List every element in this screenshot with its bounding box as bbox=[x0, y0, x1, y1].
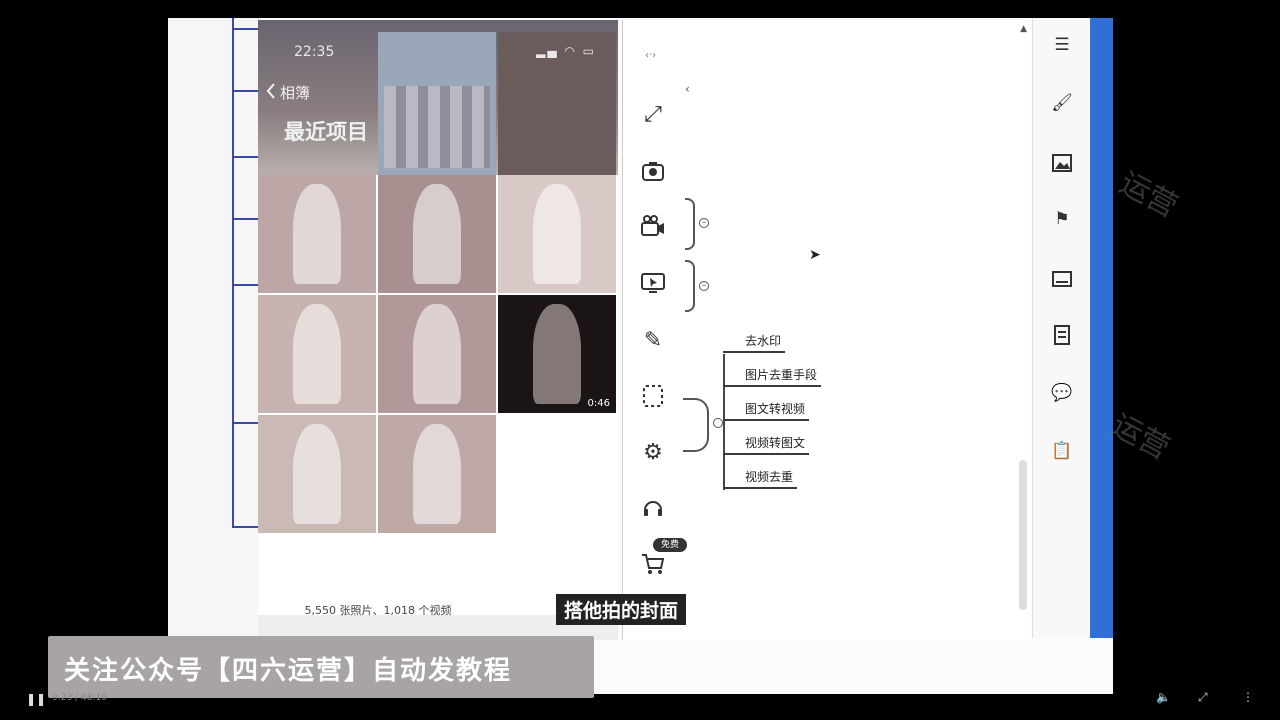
back-button[interactable]: 相簿 bbox=[266, 82, 310, 103]
menu-item-image-dedup[interactable]: 图片去重手段 bbox=[723, 366, 822, 387]
photo-grid: 0:46 bbox=[258, 175, 618, 615]
photo-thumbnail[interactable] bbox=[258, 415, 376, 533]
mindmap-branch bbox=[234, 218, 258, 220]
screen-share-icon[interactable] bbox=[639, 270, 667, 298]
playback-time: 9:23 / 48:10 bbox=[52, 693, 107, 703]
watermark: 运营 bbox=[1105, 407, 1176, 467]
back-label: 相簿 bbox=[280, 84, 311, 102]
card-icon[interactable] bbox=[1051, 268, 1073, 290]
video-player-bar: ❚❚ 9:23 / 48:10 🔈 ⤢ ⋮ bbox=[0, 688, 1280, 720]
broom-icon[interactable]: 🖌 bbox=[1051, 92, 1073, 114]
photo-thumbnail[interactable] bbox=[378, 175, 496, 293]
menu-item-remove-watermark[interactable]: 去水印 bbox=[723, 332, 786, 353]
clipboard-icon[interactable]: 📋 bbox=[1051, 440, 1073, 462]
tool-panel: ‹·› ‹ ▲ ⤢ − − ✎ ⚙ 免费 去水印 图片去重手段 图文转视频 视频… bbox=[622, 20, 1031, 640]
expand-icon[interactable]: ⤢ bbox=[639, 100, 667, 128]
menu-item-image-to-video[interactable]: 图文转视频 bbox=[723, 400, 810, 421]
photo-count: 5,550 张照片、1,018 个视频 bbox=[304, 604, 452, 617]
expand-knob[interactable]: − bbox=[699, 281, 709, 291]
menu-knob[interactable] bbox=[713, 418, 723, 428]
scroll-up-arrow[interactable]: ▲ bbox=[1020, 24, 1027, 34]
album-title: 最近项目 bbox=[284, 120, 368, 144]
watermark: 运营 bbox=[1113, 165, 1184, 225]
document-icon[interactable] bbox=[1051, 324, 1073, 346]
album-header: 22:35 ▂▄ ◠ ▭ 相簿 最近项目 bbox=[258, 20, 618, 175]
group-bracket bbox=[685, 260, 695, 312]
pause-icon[interactable]: ❚❚ bbox=[26, 692, 46, 706]
video-subtitle: 搭他拍的封面 bbox=[556, 594, 687, 625]
photo-thumbnail[interactable] bbox=[498, 175, 616, 293]
headset-icon[interactable] bbox=[639, 494, 667, 522]
menu-brace bbox=[683, 398, 709, 452]
mouse-cursor: ➤ bbox=[809, 247, 821, 263]
mindmap-branch bbox=[234, 90, 258, 92]
image-icon[interactable] bbox=[1051, 152, 1073, 174]
flag-icon[interactable]: ⚑ bbox=[1051, 208, 1073, 230]
group-bracket bbox=[685, 198, 695, 250]
promo-banner-text: 关注公众号【四六运营】自动发教程 bbox=[64, 656, 513, 686]
mindmap-spine bbox=[232, 18, 234, 528]
mindmap-branch bbox=[234, 28, 258, 30]
cart-icon[interactable] bbox=[639, 550, 667, 578]
video-duration: 0:46 bbox=[587, 398, 610, 409]
right-icon-rail: ☰ 🖌 ⚑ 💬 📋 bbox=[1032, 18, 1089, 638]
phone-album: 22:35 ▂▄ ◠ ▭ 相簿 最近项目 0:46 5,550 张照片、1,01… bbox=[258, 20, 618, 640]
status-time: 22:35 bbox=[294, 44, 335, 60]
more-options-icon[interactable]: ⋮ bbox=[1242, 690, 1254, 704]
fullscreen-icon[interactable]: ⤢ bbox=[1198, 690, 1208, 705]
mindmap-branch bbox=[234, 284, 258, 286]
mindmap-branch bbox=[234, 156, 258, 158]
collapse-button[interactable]: ‹ bbox=[685, 82, 690, 96]
menu-item-video-to-image[interactable]: 视频转图文 bbox=[723, 434, 810, 455]
menu-item-video-dedup[interactable]: 视频去重 bbox=[723, 468, 798, 489]
video-thumbnail[interactable]: 0:46 bbox=[498, 295, 616, 413]
header-thumbnail-pattern bbox=[384, 86, 490, 168]
photo-thumbnail[interactable] bbox=[378, 295, 496, 413]
scrollbar[interactable] bbox=[1019, 460, 1027, 610]
camera-icon[interactable] bbox=[639, 157, 667, 185]
video-camera-icon[interactable] bbox=[639, 212, 667, 240]
mindmap-area bbox=[168, 18, 259, 658]
chat-icon[interactable]: 💬 bbox=[1051, 382, 1073, 404]
brush-icon[interactable]: ✎ bbox=[639, 326, 667, 354]
volume-icon[interactable]: 🔈 bbox=[1156, 690, 1171, 704]
dashed-frame-icon[interactable] bbox=[639, 382, 667, 410]
accent-strip bbox=[1090, 18, 1113, 638]
free-badge: 免费 bbox=[653, 538, 687, 552]
list-settings-icon[interactable]: ☰ bbox=[1051, 34, 1073, 56]
mindmap-branch bbox=[234, 526, 258, 528]
status-icons: ▂▄ ◠ ▭ bbox=[536, 44, 596, 58]
mindmap-branch bbox=[234, 422, 258, 424]
settings-icon[interactable]: ⚙ bbox=[639, 438, 667, 466]
chevron-left-icon bbox=[266, 82, 276, 103]
panel-handle[interactable]: ‹·› bbox=[645, 50, 656, 61]
photo-thumbnail[interactable] bbox=[378, 415, 496, 533]
photo-thumbnail[interactable] bbox=[258, 175, 376, 293]
photo-thumbnail[interactable] bbox=[258, 295, 376, 413]
expand-knob[interactable]: − bbox=[699, 218, 709, 228]
